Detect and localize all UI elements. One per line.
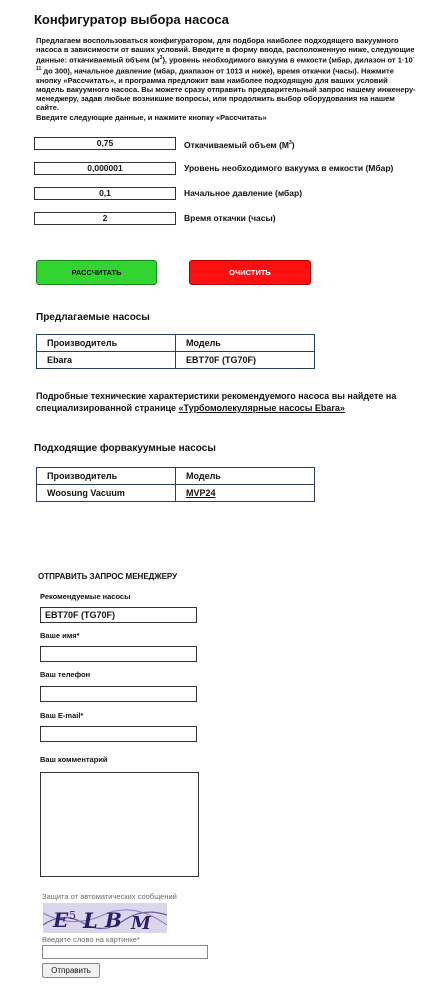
forevacuum-pumps-title: Подходящие форвакуумные насосы [34,443,216,454]
forevacuum-model-link[interactable]: MVP24 [186,488,216,498]
captcha-hint: Введите слово на картинке* [42,935,140,944]
suggested-pumps-table: Производитель Модель Ebara EBT70F (TG70F… [36,334,315,369]
suggested-pumps-title: Предлагаемые насосы [36,312,150,323]
comment-textarea[interactable] [40,772,199,877]
header-manufacturer: Производитель [36,467,176,485]
email-label: Ваш E-mail* [40,711,84,720]
clear-button[interactable]: ОЧИСТИТЬ [189,260,311,285]
request-form-heading: ОТПРАВИТЬ ЗАПРОС МЕНЕДЖЕРУ [38,572,178,581]
table-header-row: Производитель Модель [36,467,315,485]
table-header-row: Производитель Модель [36,334,315,352]
page-title: Конфигуратор выбора насоса [34,12,229,27]
forevacuum-pumps-table: Производитель Модель Woosung Vacuum MVP2… [36,467,315,502]
phone-input[interactable] [40,686,197,702]
captcha-input[interactable] [42,945,208,959]
email-input[interactable] [40,726,197,742]
vacuum-level-input[interactable]: 0,000001 [34,162,176,175]
pump-time-input[interactable]: 2 [34,212,176,225]
header-model: Модель [175,467,315,485]
table-row: Woosung Vacuum MVP24 [36,484,315,502]
recommended-pumps-value: EBT70F (TG70F) [45,610,116,620]
captcha-label: Защита от автоматических сообщений [42,892,177,901]
cell-manufacturer: Woosung Vacuum [36,484,176,502]
initial-pressure-label: Начальное давление (мбар) [184,188,303,198]
svg-text:L: L [82,908,98,933]
vacuum-level-label: Уровень необходимого вакуума в емкости (… [184,163,394,173]
name-input[interactable] [40,646,197,662]
cell-model: MVP24 [175,484,315,502]
initial-pressure-input[interactable]: 0,1 [34,187,176,200]
intro-instruction: Введите следующие данные, и нажмите кноп… [36,112,267,122]
pump-details-note: Подробные технические характеристики рек… [36,391,397,413]
volume-input[interactable]: 0,75 [34,137,176,150]
intro-paragraph: Предлагаем воспользоваться конфигураторо… [36,36,416,113]
recommended-pumps-label: Рекомендуемые насосы [40,592,131,601]
volume-label: Откачиваемый объем (М3) [184,139,295,150]
svg-text:E: E [52,908,69,932]
svg-text:M: M [130,913,152,933]
submit-button[interactable]: Отправить [42,963,100,978]
svg-text:5: 5 [69,909,76,922]
svg-text:B: B [104,908,122,932]
intro-text: Предлагаем воспользоваться конфигураторо… [36,36,416,122]
pump-time-label: Время откачки (часы) [184,213,276,223]
comment-label: Ваш комментарий [40,755,108,764]
table-row: Ebara EBT70F (TG70F) [36,351,315,369]
calculate-button[interactable]: РАССЧИТАТЬ [36,260,157,285]
recommended-pumps-field[interactable]: EBT70F (TG70F) [40,607,197,623]
cell-manufacturer: Ebara [36,351,176,369]
name-label: Ваше имя* [40,631,80,640]
header-manufacturer: Производитель [36,334,176,352]
pump-details-link[interactable]: «Турбомолекулярные насосы Ebara» [179,403,345,413]
cell-model: EBT70F (TG70F) [175,351,315,369]
header-model: Модель [175,334,315,352]
captcha-image: E 5 L B M [43,903,167,933]
phone-label: Ваш телефон [40,670,91,679]
